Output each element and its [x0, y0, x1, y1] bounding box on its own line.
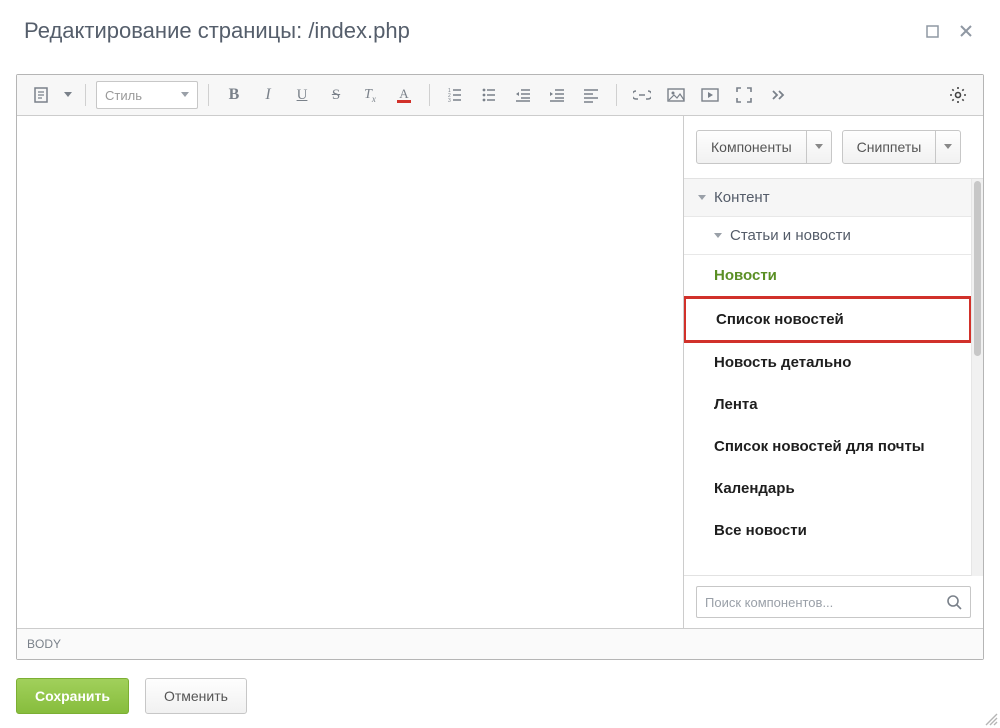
maximize-button[interactable]: [922, 21, 942, 41]
document-mode-caret[interactable]: [61, 81, 75, 109]
dialog-title: Редактирование страницы: /index.php: [24, 18, 908, 44]
settings-button[interactable]: [943, 81, 973, 109]
italic-button[interactable]: I: [253, 81, 283, 109]
video-button[interactable]: [695, 81, 725, 109]
indent-button[interactable]: [542, 81, 572, 109]
close-button[interactable]: [956, 21, 976, 41]
unordered-list-button[interactable]: [474, 81, 504, 109]
strikethrough-button[interactable]: S: [321, 81, 351, 109]
editor-body: Компоненты Сниппеты: [17, 116, 983, 628]
toolbar-separator: [85, 84, 86, 106]
fullscreen-button[interactable]: [729, 81, 759, 109]
components-tab-caret[interactable]: [807, 130, 832, 164]
component-item[interactable]: Календарь: [684, 468, 971, 510]
outdent-button[interactable]: [508, 81, 538, 109]
scrollbar-thumb[interactable]: [974, 181, 981, 356]
components-tab[interactable]: Компоненты: [696, 130, 807, 164]
component-item[interactable]: Список новостей: [684, 296, 971, 343]
resize-grip[interactable]: [982, 710, 998, 726]
toolbar-separator: [429, 84, 430, 106]
editor-panel: Стиль B I U S Tx A 123: [16, 74, 984, 660]
more-tools-button[interactable]: [763, 81, 793, 109]
snippets-tab-group: Сниппеты: [842, 130, 962, 164]
component-item[interactable]: Список новостей для почты: [684, 426, 971, 468]
editor-canvas[interactable]: [17, 116, 683, 628]
component-item[interactable]: Все новости: [684, 510, 971, 552]
style-select-label: Стиль: [105, 88, 142, 103]
ordered-list-button[interactable]: 123: [440, 81, 470, 109]
component-item[interactable]: Новость детально: [684, 342, 971, 384]
tree-wrap: Контент Статьи и новости НовостиСписок н…: [684, 179, 983, 576]
style-select[interactable]: Стиль: [96, 81, 198, 109]
underline-button[interactable]: U: [287, 81, 317, 109]
component-item[interactable]: Лента: [684, 384, 971, 426]
search-icon: [946, 594, 962, 610]
save-button[interactable]: Сохранить: [16, 678, 129, 714]
components-panel: Компоненты Сниппеты: [683, 116, 983, 628]
chevron-down-icon: [698, 195, 706, 201]
snippets-tab[interactable]: Сниппеты: [842, 130, 937, 164]
component-search-input[interactable]: [705, 595, 946, 610]
components-tab-group: Компоненты: [696, 130, 832, 164]
clear-format-button[interactable]: Tx: [355, 81, 385, 109]
svg-text:3: 3: [448, 98, 451, 103]
dialog-footer: Сохранить Отменить: [0, 664, 1000, 728]
text-color-button[interactable]: A: [389, 81, 419, 109]
dialog-header: Редактирование страницы: /index.php: [0, 0, 1000, 56]
category-content[interactable]: Контент: [684, 179, 971, 217]
element-path: BODY: [27, 637, 61, 651]
dialog-window: Редактирование страницы: /index.php Стил…: [0, 0, 1000, 728]
toolbar-separator: [208, 84, 209, 106]
subcategory-label: Статьи и новости: [730, 227, 851, 244]
document-mode-button[interactable]: [27, 81, 57, 109]
category-label: Контент: [714, 189, 770, 206]
image-button[interactable]: [661, 81, 691, 109]
editor-toolbar: Стиль B I U S Tx A 123: [17, 75, 983, 116]
link-button[interactable]: [627, 81, 657, 109]
component-search[interactable]: [696, 586, 971, 618]
bold-button[interactable]: B: [219, 81, 249, 109]
subcategory-articles-news[interactable]: Статьи и новости: [684, 217, 971, 255]
snippets-tab-caret[interactable]: [936, 130, 961, 164]
chevron-down-icon: [714, 233, 722, 239]
cancel-button[interactable]: Отменить: [145, 678, 247, 714]
search-row: [684, 576, 983, 628]
component-item[interactable]: Новости: [684, 255, 971, 297]
tree-scrollbar[interactable]: [971, 179, 983, 576]
element-path-bar[interactable]: BODY: [17, 628, 983, 659]
side-tabs: Компоненты Сниппеты: [684, 116, 983, 179]
component-tree[interactable]: Контент Статьи и новости НовостиСписок н…: [684, 179, 971, 576]
align-left-button[interactable]: [576, 81, 606, 109]
toolbar-separator: [616, 84, 617, 106]
